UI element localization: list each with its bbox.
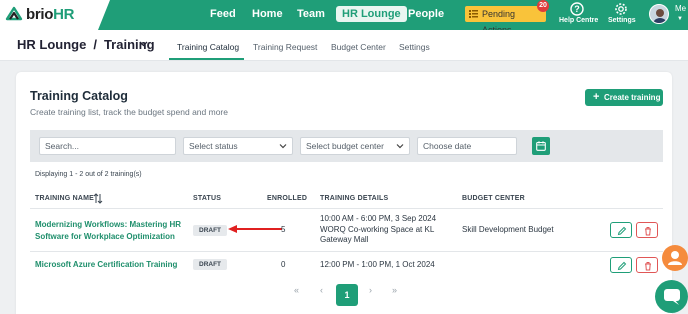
training-details: 10:00 AM - 6:00 PM, 3 Sep 2024 WORQ Co-w… bbox=[320, 214, 436, 246]
delete-button[interactable] bbox=[636, 222, 658, 238]
tab-training-request[interactable]: Training Request bbox=[253, 42, 317, 52]
create-training-button[interactable]: + Create training bbox=[585, 89, 663, 106]
page-subtitle: Create training list, track the budget s… bbox=[30, 107, 228, 117]
col-status: STATUS bbox=[193, 195, 222, 202]
user-support-button[interactable] bbox=[662, 245, 688, 271]
status-select[interactable]: Select status bbox=[183, 137, 293, 155]
enrolled-count: 0 bbox=[281, 260, 286, 269]
logo[interactable]: brioHR bbox=[0, 0, 110, 30]
header-divider bbox=[30, 208, 663, 209]
calendar-icon bbox=[536, 141, 546, 151]
help-centre-label[interactable]: Help Centre bbox=[559, 17, 598, 24]
me-label[interactable]: Me bbox=[675, 4, 686, 13]
status-badge: DRAFT bbox=[193, 259, 228, 270]
trash-icon bbox=[645, 227, 651, 236]
page-title: Training Catalog bbox=[30, 89, 128, 103]
next-page-button[interactable]: › bbox=[369, 285, 372, 295]
breadcrumb: HR Lounge / Training bbox=[17, 37, 155, 52]
annotation-arrow bbox=[228, 225, 282, 233]
results-count: Displaying 1 - 2 out of 2 training(s) bbox=[35, 171, 142, 178]
training-catalog-card: Training Catalog Create training list, t… bbox=[16, 72, 672, 314]
row-divider bbox=[30, 251, 663, 252]
filter-bar: Search... Select status Select budget ce… bbox=[30, 130, 663, 162]
last-page-button[interactable]: » bbox=[392, 285, 397, 295]
sub-header: HR Lounge / Training Training Catalog Trai… bbox=[0, 30, 688, 61]
status-placeholder: Select status bbox=[189, 141, 238, 151]
details-line: 12:00 PM - 1:00 PM, 1 Oct 2024 bbox=[320, 260, 435, 269]
nav-team[interactable]: Team bbox=[297, 8, 325, 20]
nav-home[interactable]: Home bbox=[252, 8, 283, 20]
chat-bubble-icon bbox=[664, 289, 680, 305]
svg-text:?: ? bbox=[574, 4, 580, 14]
pencil-icon bbox=[617, 226, 627, 236]
budget-center-select[interactable]: Select budget center bbox=[300, 137, 410, 155]
tab-training-catalog[interactable]: Training Catalog bbox=[177, 42, 239, 52]
details-line: WORQ Co-working Space at KL bbox=[320, 224, 435, 234]
logo-text: brioHR bbox=[26, 6, 75, 23]
sort-icon[interactable] bbox=[93, 193, 103, 204]
budget-placeholder: Select budget center bbox=[306, 141, 384, 151]
pending-actions-button[interactable]: Pending Actions bbox=[465, 6, 546, 35]
first-page-button[interactable]: « bbox=[294, 285, 299, 295]
current-page-button[interactable]: 1 bbox=[336, 284, 358, 306]
settings-gear-icon[interactable] bbox=[614, 2, 628, 16]
edit-button[interactable] bbox=[610, 257, 632, 273]
date-input[interactable]: Choose date bbox=[417, 137, 517, 155]
training-name-link[interactable]: Modernizing Workflows: Mastering HR Soft… bbox=[35, 219, 181, 243]
list-icon bbox=[469, 10, 478, 18]
training-name-line: Software for Workplace Optimization bbox=[35, 232, 175, 241]
nav-hr-lounge[interactable]: HR Lounge bbox=[336, 6, 407, 22]
search-input[interactable]: Search... bbox=[39, 137, 176, 155]
create-training-label: Create training bbox=[604, 93, 661, 102]
nav-feed[interactable]: Feed bbox=[210, 8, 236, 20]
status-badge: DRAFT bbox=[193, 225, 228, 236]
chat-button[interactable] bbox=[655, 280, 688, 313]
search-placeholder: Search... bbox=[45, 141, 80, 151]
trash-icon bbox=[645, 262, 651, 271]
budget-center-value: Skill Development Budget bbox=[462, 225, 554, 234]
pending-count-badge: 20 bbox=[537, 0, 549, 12]
col-training-name[interactable]: TRAINING NAME bbox=[35, 195, 94, 202]
training-details: 12:00 PM - 1:00 PM, 1 Oct 2024 bbox=[320, 260, 435, 271]
person-icon bbox=[668, 251, 682, 265]
chevron-down-icon bbox=[396, 144, 404, 149]
help-icon[interactable]: ? bbox=[570, 2, 584, 16]
edit-button[interactable] bbox=[610, 222, 632, 238]
col-enrolled: ENROLLED bbox=[267, 195, 308, 202]
chevron-down-icon[interactable] bbox=[139, 39, 148, 48]
enrolled-count: 5 bbox=[281, 225, 286, 234]
breadcrumb-separator: / bbox=[93, 37, 97, 52]
details-line: Gateway Mall bbox=[320, 235, 369, 244]
pencil-icon bbox=[617, 261, 627, 271]
tab-settings[interactable]: Settings bbox=[399, 42, 430, 52]
chevron-down-icon bbox=[279, 144, 287, 149]
details-line: 10:00 AM - 6:00 PM, 3 Sep 2024 bbox=[320, 214, 437, 223]
brio-logo-icon bbox=[5, 6, 23, 21]
nav-people[interactable]: People bbox=[408, 8, 444, 20]
settings-label[interactable]: Settings bbox=[608, 17, 636, 24]
avatar-image bbox=[650, 5, 668, 23]
plus-icon: + bbox=[593, 91, 600, 103]
tab-budget-center[interactable]: Budget Center bbox=[331, 42, 386, 52]
date-placeholder: Choose date bbox=[423, 141, 472, 151]
breadcrumb-root[interactable]: HR Lounge bbox=[17, 37, 86, 52]
me-caret-icon[interactable]: ▼ bbox=[677, 16, 683, 22]
training-name-link[interactable]: Microsoft Azure Certification Training bbox=[35, 259, 177, 271]
active-tab-indicator bbox=[169, 58, 244, 60]
training-name-line: Microsoft Azure Certification Training bbox=[35, 260, 178, 269]
prev-page-button[interactable]: ‹ bbox=[320, 285, 323, 295]
training-name-line: Modernizing Workflows: Mastering HR bbox=[35, 220, 182, 229]
col-training-details: TRAINING DETAILS bbox=[320, 195, 389, 202]
calendar-button[interactable] bbox=[532, 137, 550, 155]
top-navbar: brioHR Feed Home Team HR Lounge People P… bbox=[0, 0, 688, 35]
user-avatar[interactable] bbox=[649, 4, 669, 24]
col-budget-center: BUDGET CENTER bbox=[462, 195, 525, 202]
delete-button[interactable] bbox=[636, 257, 658, 273]
